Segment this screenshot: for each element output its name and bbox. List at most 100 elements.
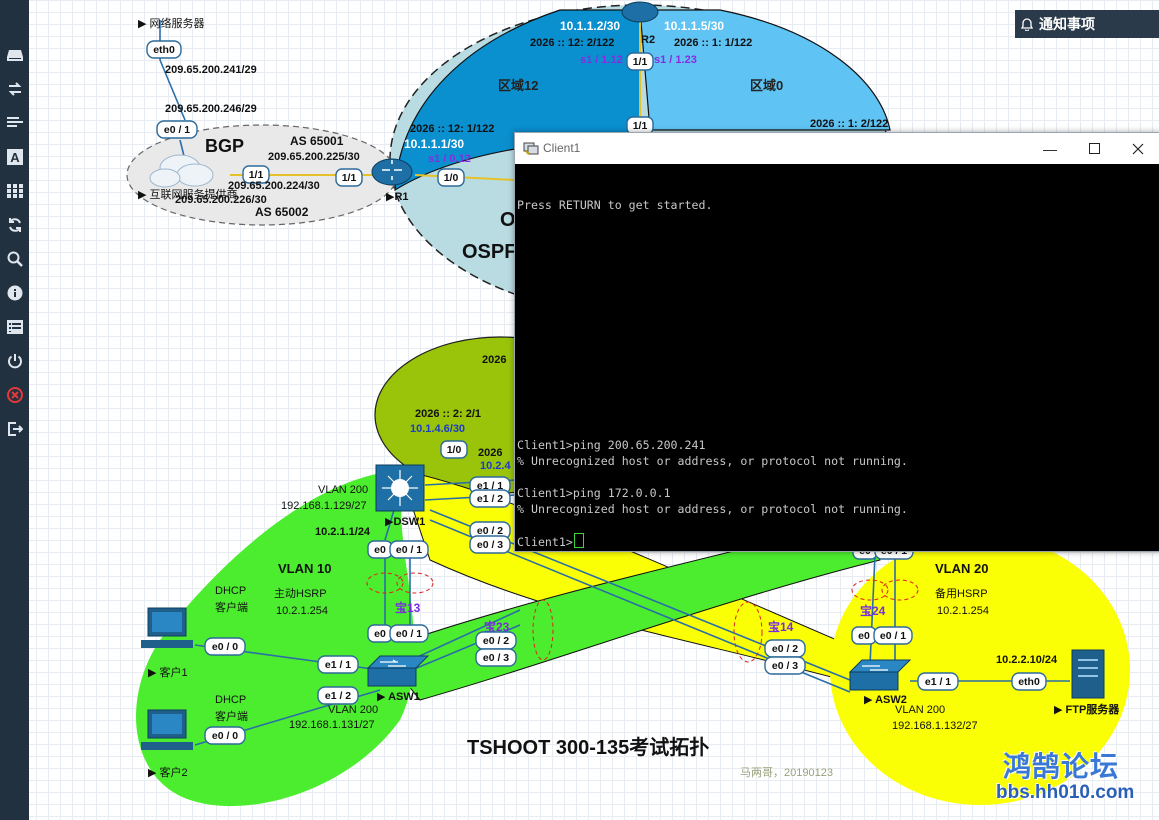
maximize-button[interactable] [1072, 133, 1116, 164]
router-icon[interactable] [371, 158, 413, 186]
terminal-line: Press RETURN to get started. [517, 198, 713, 212]
port-e0-0-client1[interactable]: e0 / 0 [204, 637, 246, 656]
diagram-title: TSHOOT 300-135考试拓扑 [467, 735, 709, 759]
transfer-arrows-icon[interactable] [0, 77, 29, 101]
list-icon[interactable] [0, 315, 29, 339]
computer-icon[interactable] [141, 607, 193, 648]
putty-icon [523, 142, 539, 155]
info-icon[interactable] [0, 281, 29, 305]
server-icon[interactable] [1071, 649, 1105, 699]
ip-label: 192.168.1.132/27 [892, 720, 978, 732]
text-a-icon[interactable]: A [0, 145, 29, 169]
r1-label: ▶R1 [386, 191, 409, 203]
net-server-label: ▶ 网络服务器 [138, 16, 205, 30]
terminal-line: Client1>ping 200.65.200.241 [517, 438, 706, 452]
svg-text:e0 / 0: e0 / 0 [212, 730, 238, 742]
port-eth0-ftp[interactable]: eth0 [1011, 672, 1047, 691]
port-e0-3-asw1[interactable]: e0 / 3 [475, 648, 517, 667]
port-1-1-r1[interactable]: 1/1 [335, 168, 363, 187]
logout-icon[interactable] [0, 417, 29, 441]
area-0-label: 区域0 [750, 78, 783, 93]
svg-text:1/0: 1/0 [444, 172, 459, 184]
dhcp-label: DHCP [215, 585, 246, 597]
svg-text:e0 / 1: e0 / 1 [164, 124, 190, 136]
text-cursor [573, 533, 584, 548]
svg-text:e0: e0 [374, 544, 386, 556]
port-e0-1[interactable]: e0 / 1 [389, 540, 429, 559]
serial-label: s1 / 1.23 [654, 54, 697, 66]
terminal-output[interactable]: Press RETURN to get started. Client1>pin… [515, 164, 1159, 551]
port-e0-3[interactable]: e0 / 3 [469, 535, 511, 554]
port-1-1-r2[interactable]: 1/1 [626, 52, 654, 71]
port-e0-1-asw1[interactable]: e0 / 1 [389, 624, 429, 643]
ip-label: 10.1.1.2/30 [560, 19, 620, 33]
svg-text:e0 / 3: e0 / 3 [772, 660, 798, 672]
prompt-text: Client1> [517, 535, 573, 549]
notification-button[interactable]: 通知事项 [1015, 10, 1159, 38]
window-titlebar[interactable]: Client1 — [515, 133, 1159, 164]
svg-text:e0 / 3: e0 / 3 [483, 652, 509, 664]
port-e1-1-asw2[interactable]: e1 / 1 [917, 672, 959, 691]
port-eth0[interactable]: eth0 [146, 40, 182, 59]
vlan-label: VLAN 20 [935, 561, 988, 576]
port-1-0-dsw1[interactable]: 1/0 [440, 440, 468, 459]
ip-label: 10.1.4.6/30 [410, 423, 465, 435]
port-e0-asw2[interactable]: e0 [851, 626, 877, 645]
vlan-label: VLAN 200 [895, 704, 945, 716]
hard-drive-icon[interactable] [0, 43, 29, 67]
port-e0-3-asw2[interactable]: e0 / 3 [764, 656, 806, 675]
port-e0-1-asw2[interactable]: e0 / 1 [873, 626, 913, 645]
hsrp-label: 主动HSRP [274, 587, 327, 600]
svg-text:1/1: 1/1 [633, 120, 648, 132]
r2-label: R2 [641, 34, 655, 46]
asw1-label: ▶ ASW1 [377, 691, 420, 703]
svg-text:e0 / 2: e0 / 2 [772, 643, 798, 655]
vlan-label: VLAN 200 [318, 484, 368, 496]
minimize-button[interactable]: — [1028, 133, 1072, 164]
router-icon[interactable] [621, 1, 659, 23]
as-label: AS 65001 [290, 134, 344, 148]
multilayer-switch-icon[interactable] [375, 464, 425, 512]
svg-text:e0 / 1: e0 / 1 [396, 544, 422, 556]
maximize-icon [1088, 143, 1100, 154]
stop-icon[interactable] [0, 383, 29, 407]
svg-text:1/1: 1/1 [342, 172, 357, 184]
dsw1-label: ▶DSW1 [385, 516, 425, 528]
ip-label: 10.2.1.254 [937, 605, 989, 617]
port-e0[interactable]: e0 [367, 540, 393, 559]
power-icon[interactable] [0, 349, 29, 373]
terminal-line: % Unrecognized host or address, or proto… [517, 454, 908, 468]
bell-icon [1021, 17, 1033, 31]
bgp-label: BGP [205, 136, 244, 156]
svg-text:eth0: eth0 [1018, 676, 1040, 688]
close-button[interactable] [1116, 133, 1159, 164]
port-e1-1-asw1[interactable]: e1 / 1 [317, 655, 359, 674]
port-e0-asw1[interactable]: e0 [367, 624, 393, 643]
port-e0-2-asw1[interactable]: e0 / 2 [475, 631, 517, 650]
port-e1-2[interactable]: e1 / 2 [469, 489, 511, 508]
ip-label: 10.1.1.1/30 [404, 137, 464, 151]
svg-text:e1 / 2: e1 / 2 [325, 690, 351, 702]
area-12-label: 区域12 [498, 78, 538, 93]
port-e0-2-asw2[interactable]: e0 / 2 [764, 639, 806, 658]
computer-icon[interactable] [141, 709, 193, 750]
watermark-cn: 鸿鹄论坛 [1003, 751, 1120, 782]
terminal-prompt[interactable]: Client1> [517, 533, 584, 550]
align-left-icon[interactable] [0, 111, 29, 135]
svg-text:e0 / 1: e0 / 1 [396, 628, 422, 640]
client-label: 客户端 [215, 709, 248, 723]
signature-text: 马两哥，20190123 [740, 767, 833, 779]
terminal-line: % Unrecognized host or address, or proto… [517, 502, 908, 516]
terminal-window[interactable]: Client1 — Press RETURN to get started. C… [514, 132, 1159, 552]
port-e1-2-asw1[interactable]: e1 / 2 [317, 686, 359, 705]
grid-icon[interactable] [0, 179, 29, 203]
ip-label: 192.168.1.131/27 [289, 719, 375, 731]
port-e0-0-client2[interactable]: e0 / 0 [204, 726, 246, 745]
refresh-icon[interactable] [0, 213, 29, 237]
left-toolbar: A [0, 0, 29, 820]
port-1-0[interactable]: 1/0 [437, 168, 465, 187]
zoom-icon[interactable] [0, 247, 29, 271]
svg-text:e1 / 1: e1 / 1 [325, 659, 351, 671]
svg-text:e1 / 1: e1 / 1 [925, 676, 951, 688]
port-e0-1[interactable]: e0 / 1 [156, 120, 198, 139]
